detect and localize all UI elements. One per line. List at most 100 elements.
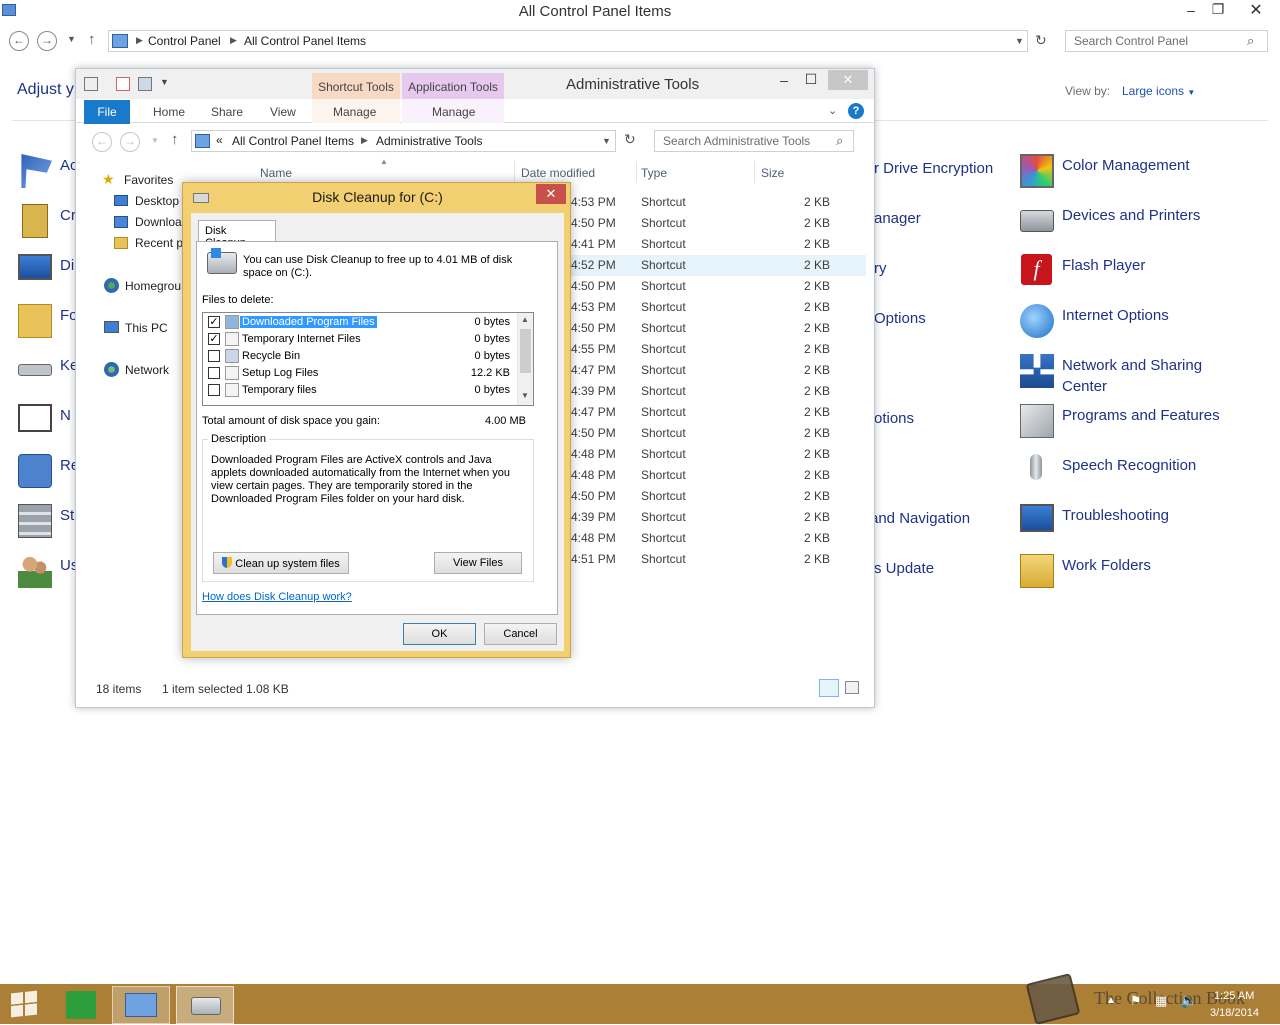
files-to-delete-list[interactable]: ✓ Downloaded Program Files 0 bytes ✓ Tempora…: [202, 312, 534, 406]
admin-tools-address-bar[interactable]: « All Control Panel Items ▶ Administrati…: [191, 130, 616, 152]
nav-network[interactable]: Network: [125, 363, 169, 377]
admin-tools-search-input[interactable]: Search Administrative Tools: [654, 130, 854, 152]
nav-this-pc[interactable]: This PC: [125, 321, 168, 335]
recent-locations-icon[interactable]: ▼: [151, 136, 159, 145]
taskbar-disk-cleanup-button[interactable]: [176, 986, 234, 1024]
list-item[interactable]: Setup Log Files 12.2 KB: [203, 365, 516, 382]
search-icon[interactable]: ⌕: [1247, 33, 1254, 49]
breadcrumb-all-items[interactable]: All Control Panel Items: [244, 34, 366, 48]
refresh-icon[interactable]: ↻: [624, 131, 636, 148]
back-button[interactable]: ←: [9, 31, 29, 51]
details-view-button[interactable]: [819, 679, 839, 697]
table-row[interactable]: 4:50 PM Shortcut 2 KB: [566, 318, 866, 339]
nav-desktop[interactable]: Desktop: [135, 194, 179, 208]
cancel-button[interactable]: Cancel: [484, 623, 557, 645]
cp-item-storage[interactable]: St: [18, 502, 78, 542]
maximize-button[interactable]: ☐: [803, 71, 819, 88]
cp-item-power-label[interactable]: otions: [874, 410, 914, 427]
chevron-down-icon[interactable]: ▼: [1015, 36, 1024, 46]
table-row[interactable]: 4:53 PM Shortcut 2 KB: [566, 192, 866, 213]
cp-item-color-management[interactable]: Color Management: [1020, 152, 1260, 192]
nav-homegroup[interactable]: Homegrou: [125, 279, 181, 293]
minimize-button[interactable]: –: [1183, 2, 1199, 18]
breadcrumb-admin-tools[interactable]: Administrative Tools: [376, 134, 483, 148]
list-item[interactable]: Recycle Bin 0 bytes: [203, 348, 516, 365]
cp-item-taskbar-nav-label[interactable]: and Navigation: [870, 510, 970, 527]
table-row[interactable]: 4:41 PM Shortcut 2 KB: [566, 234, 866, 255]
table-row[interactable]: 4:47 PM Shortcut 2 KB: [566, 402, 866, 423]
table-row[interactable]: 4:50 PM Shortcut 2 KB: [566, 276, 866, 297]
table-row[interactable]: 4:48 PM Shortcut 2 KB: [566, 444, 866, 465]
search-icon[interactable]: ⌕: [836, 133, 843, 149]
scroll-up-icon[interactable]: ▲: [521, 315, 529, 324]
show-hidden-icons-icon[interactable]: ▲: [1106, 995, 1116, 1006]
cp-item-history-label[interactable]: ry: [874, 260, 887, 277]
cp-item-notification[interactable]: N: [18, 402, 78, 442]
cp-item-keyboard[interactable]: Ke: [18, 352, 78, 392]
cp-item-devices-printers[interactable]: Devices and Printers: [1020, 202, 1260, 242]
cp-item-indexing-label[interactable]: Options: [874, 310, 926, 327]
help-link[interactable]: How does Disk Cleanup work?: [202, 591, 352, 603]
back-button[interactable]: ←: [92, 132, 112, 152]
table-row[interactable]: 4:52 PM Shortcut 2 KB: [566, 255, 866, 276]
cp-item-user-accounts[interactable]: Us: [18, 552, 78, 592]
cp-item-troubleshooting[interactable]: Troubleshooting: [1020, 502, 1260, 542]
table-row[interactable]: 4:48 PM Shortcut 2 KB: [566, 528, 866, 549]
view-by-dropdown[interactable]: Large icons ▼: [1122, 84, 1195, 98]
file-checkbox[interactable]: [208, 350, 220, 362]
table-row[interactable]: 4:39 PM Shortcut 2 KB: [566, 381, 866, 402]
cp-item-internet-options[interactable]: Internet Options: [1020, 302, 1260, 342]
tab-manage-shortcut[interactable]: Manage: [333, 105, 376, 119]
taskbar-store-button[interactable]: [52, 986, 110, 1024]
chevron-right-icon[interactable]: ▶: [230, 35, 237, 46]
tab-disk-cleanup[interactable]: Disk Cleanup: [198, 220, 276, 249]
clean-up-system-files-button[interactable]: Clean up system files: [213, 552, 349, 574]
cp-item-folder[interactable]: Fo: [18, 302, 78, 342]
list-item[interactable]: ✓ Downloaded Program Files 0 bytes: [203, 314, 516, 331]
tab-application-tools[interactable]: Application Tools: [402, 73, 504, 99]
cp-item-programs-features[interactable]: Programs and Features: [1020, 402, 1260, 442]
tab-manage-application[interactable]: Manage: [432, 105, 475, 119]
large-icons-view-button[interactable]: [845, 681, 859, 694]
control-panel-search-input[interactable]: Search Control Panel: [1065, 30, 1268, 52]
table-row[interactable]: 4:39 PM Shortcut 2 KB: [566, 507, 866, 528]
list-item[interactable]: ✓ Temporary Internet Files 0 bytes: [203, 331, 516, 348]
file-checkbox[interactable]: ✓: [208, 316, 220, 328]
customize-toolbar-icon[interactable]: ▼: [160, 77, 169, 87]
tab-shortcut-tools[interactable]: Shortcut Tools: [312, 73, 400, 99]
breadcrumb-control-panel[interactable]: Control Panel: [148, 34, 221, 48]
chevron-right-icon[interactable]: ▶: [361, 135, 368, 146]
table-row[interactable]: 4:50 PM Shortcut 2 KB: [566, 486, 866, 507]
forward-button[interactable]: →: [37, 31, 57, 51]
help-icon[interactable]: ?: [848, 103, 864, 119]
properties-icon[interactable]: [84, 77, 98, 91]
file-checkbox[interactable]: ✓: [208, 333, 220, 345]
tab-home[interactable]: Home: [153, 105, 185, 119]
table-row[interactable]: 4:50 PM Shortcut 2 KB: [566, 423, 866, 444]
folder-icon[interactable]: [138, 77, 152, 91]
table-row[interactable]: 4:51 PM Shortcut 2 KB: [566, 549, 866, 570]
cp-item-display[interactable]: Di: [18, 252, 78, 292]
close-button[interactable]: ✕: [1245, 0, 1267, 20]
control-panel-address-bar[interactable]: ▶ Control Panel ▶ All Control Panel Item…: [108, 30, 1047, 52]
nav-favorites[interactable]: Favorites: [124, 173, 173, 187]
breadcrumb-all-items[interactable]: All Control Panel Items: [232, 134, 354, 148]
close-button[interactable]: ✕: [536, 184, 566, 204]
cp-item-bitlocker-label[interactable]: r Drive Encryption: [874, 160, 993, 177]
table-row[interactable]: 4:53 PM Shortcut 2 KB: [566, 297, 866, 318]
forward-button[interactable]: →: [120, 132, 140, 152]
chevron-right-icon[interactable]: ▶: [136, 35, 143, 46]
tab-share[interactable]: Share: [211, 105, 243, 119]
table-row[interactable]: 4:50 PM Shortcut 2 KB: [566, 213, 866, 234]
up-button[interactable]: ↑: [171, 131, 179, 148]
cp-item-flash-player[interactable]: f Flash Player: [1020, 252, 1260, 292]
table-row[interactable]: 4:48 PM Shortcut 2 KB: [566, 465, 866, 486]
refresh-icon[interactable]: ↻: [1035, 32, 1047, 49]
table-row[interactable]: 4:47 PM Shortcut 2 KB: [566, 360, 866, 381]
new-folder-icon[interactable]: [116, 77, 130, 91]
table-row[interactable]: 4:55 PM Shortcut 2 KB: [566, 339, 866, 360]
breadcrumb-overflow[interactable]: «: [216, 133, 223, 147]
restore-button[interactable]: ❐: [1210, 1, 1226, 18]
clock-date[interactable]: 3/18/2014: [1210, 1007, 1259, 1019]
minimize-button[interactable]: –: [776, 72, 792, 88]
